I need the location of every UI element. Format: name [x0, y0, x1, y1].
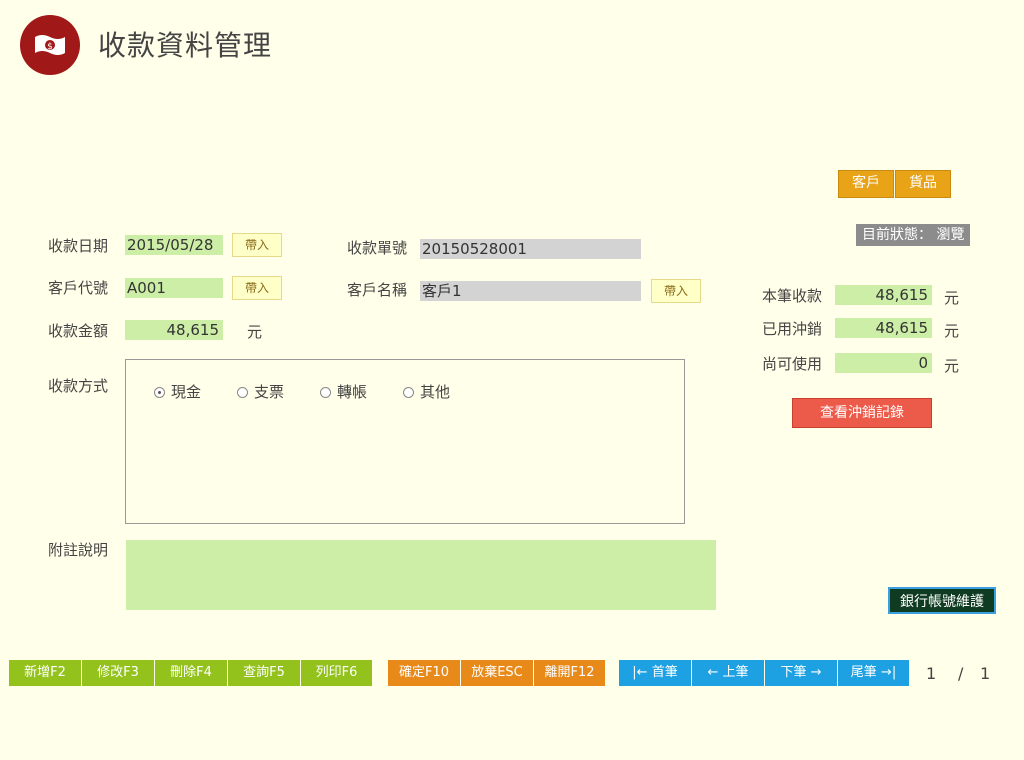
method-other-radio[interactable]: 其他 — [403, 381, 450, 402]
date-bring-button[interactable]: 帶入 — [232, 233, 282, 257]
cust-name-field: 客戶1 — [420, 281, 641, 301]
method-transfer-radio[interactable]: 轉帳 — [320, 381, 367, 402]
svg-text:$: $ — [47, 42, 53, 52]
method-cash-radio[interactable]: 現金 — [154, 381, 201, 402]
amount-unit: 元 — [247, 323, 263, 341]
note-field[interactable] — [126, 540, 716, 610]
add-button[interactable]: 新增F2 — [9, 660, 82, 686]
method-other-label: 其他 — [420, 383, 451, 401]
cust-name-label: 客戶名稱 — [347, 281, 408, 299]
used-amount-field: 48,615 — [835, 318, 932, 338]
method-check-label: 支票 — [254, 383, 285, 401]
customer-button[interactable]: 客戶 — [838, 170, 894, 198]
page-title: 收款資料管理 — [98, 29, 273, 62]
radio-icon — [237, 387, 248, 398]
last-record-button[interactable]: 尾筆 →| — [838, 660, 910, 686]
exit-button[interactable]: 離開F12 — [534, 660, 606, 686]
bank-account-button[interactable]: 銀行帳號維護 — [888, 587, 996, 614]
date-label: 收款日期 — [48, 237, 109, 255]
view-offset-records-button[interactable]: 查看沖銷記錄 — [792, 398, 932, 428]
amount-label: 收款金額 — [48, 322, 109, 340]
pager-separator: / — [958, 664, 964, 683]
cust-code-field[interactable]: A001 — [125, 278, 223, 298]
first-record-button[interactable]: |← 首筆 — [619, 660, 692, 686]
amount-field[interactable]: 48,615 — [125, 320, 223, 340]
radio-icon — [320, 387, 331, 398]
cancel-button[interactable]: 放棄ESC — [461, 660, 534, 686]
cust-code-bring-button[interactable]: 帶入 — [232, 276, 282, 300]
pager-total: 1 — [980, 664, 991, 683]
pager-current: 1 — [926, 664, 937, 683]
this-amount-label: 本筆收款 — [762, 287, 823, 305]
remain-amount-field: 0 — [835, 353, 932, 373]
query-button[interactable]: 查詢F5 — [228, 660, 301, 686]
remain-amount-unit: 元 — [944, 357, 960, 375]
print-button[interactable]: 列印F6 — [301, 660, 373, 686]
method-cash-label: 現金 — [171, 383, 202, 401]
this-amount-unit: 元 — [944, 289, 960, 307]
method-transfer-label: 轉帳 — [337, 383, 368, 401]
note-label: 附註說明 — [48, 541, 109, 559]
cust-code-label: 客戶代號 — [48, 279, 109, 297]
used-amount-unit: 元 — [944, 322, 960, 340]
money-icon: $ — [35, 35, 65, 55]
goods-button[interactable]: 貨品 — [895, 170, 951, 198]
radio-icon — [403, 387, 414, 398]
remain-amount-label: 尚可使用 — [762, 355, 823, 373]
this-amount-field: 48,615 — [835, 285, 932, 305]
edit-button[interactable]: 修改F3 — [82, 660, 155, 686]
radio-selected-icon — [154, 387, 165, 398]
method-check-radio[interactable]: 支票 — [237, 381, 284, 402]
prev-record-button[interactable]: ← 上筆 — [692, 660, 765, 686]
doc-no-field: 20150528001 — [420, 239, 641, 259]
status-badge: 目前狀態： 瀏覽 — [856, 224, 971, 246]
date-field[interactable]: 2015/05/28 — [125, 235, 223, 255]
next-record-button[interactable]: 下筆 → — [765, 660, 838, 686]
confirm-button[interactable]: 確定F10 — [388, 660, 461, 686]
doc-no-label: 收款單號 — [347, 239, 408, 257]
app-logo: $ — [20, 15, 80, 75]
cust-name-bring-button[interactable]: 帶入 — [651, 279, 701, 303]
method-label: 收款方式 — [48, 377, 109, 395]
delete-button[interactable]: 刪除F4 — [155, 660, 228, 686]
used-amount-label: 已用沖銷 — [762, 320, 823, 338]
